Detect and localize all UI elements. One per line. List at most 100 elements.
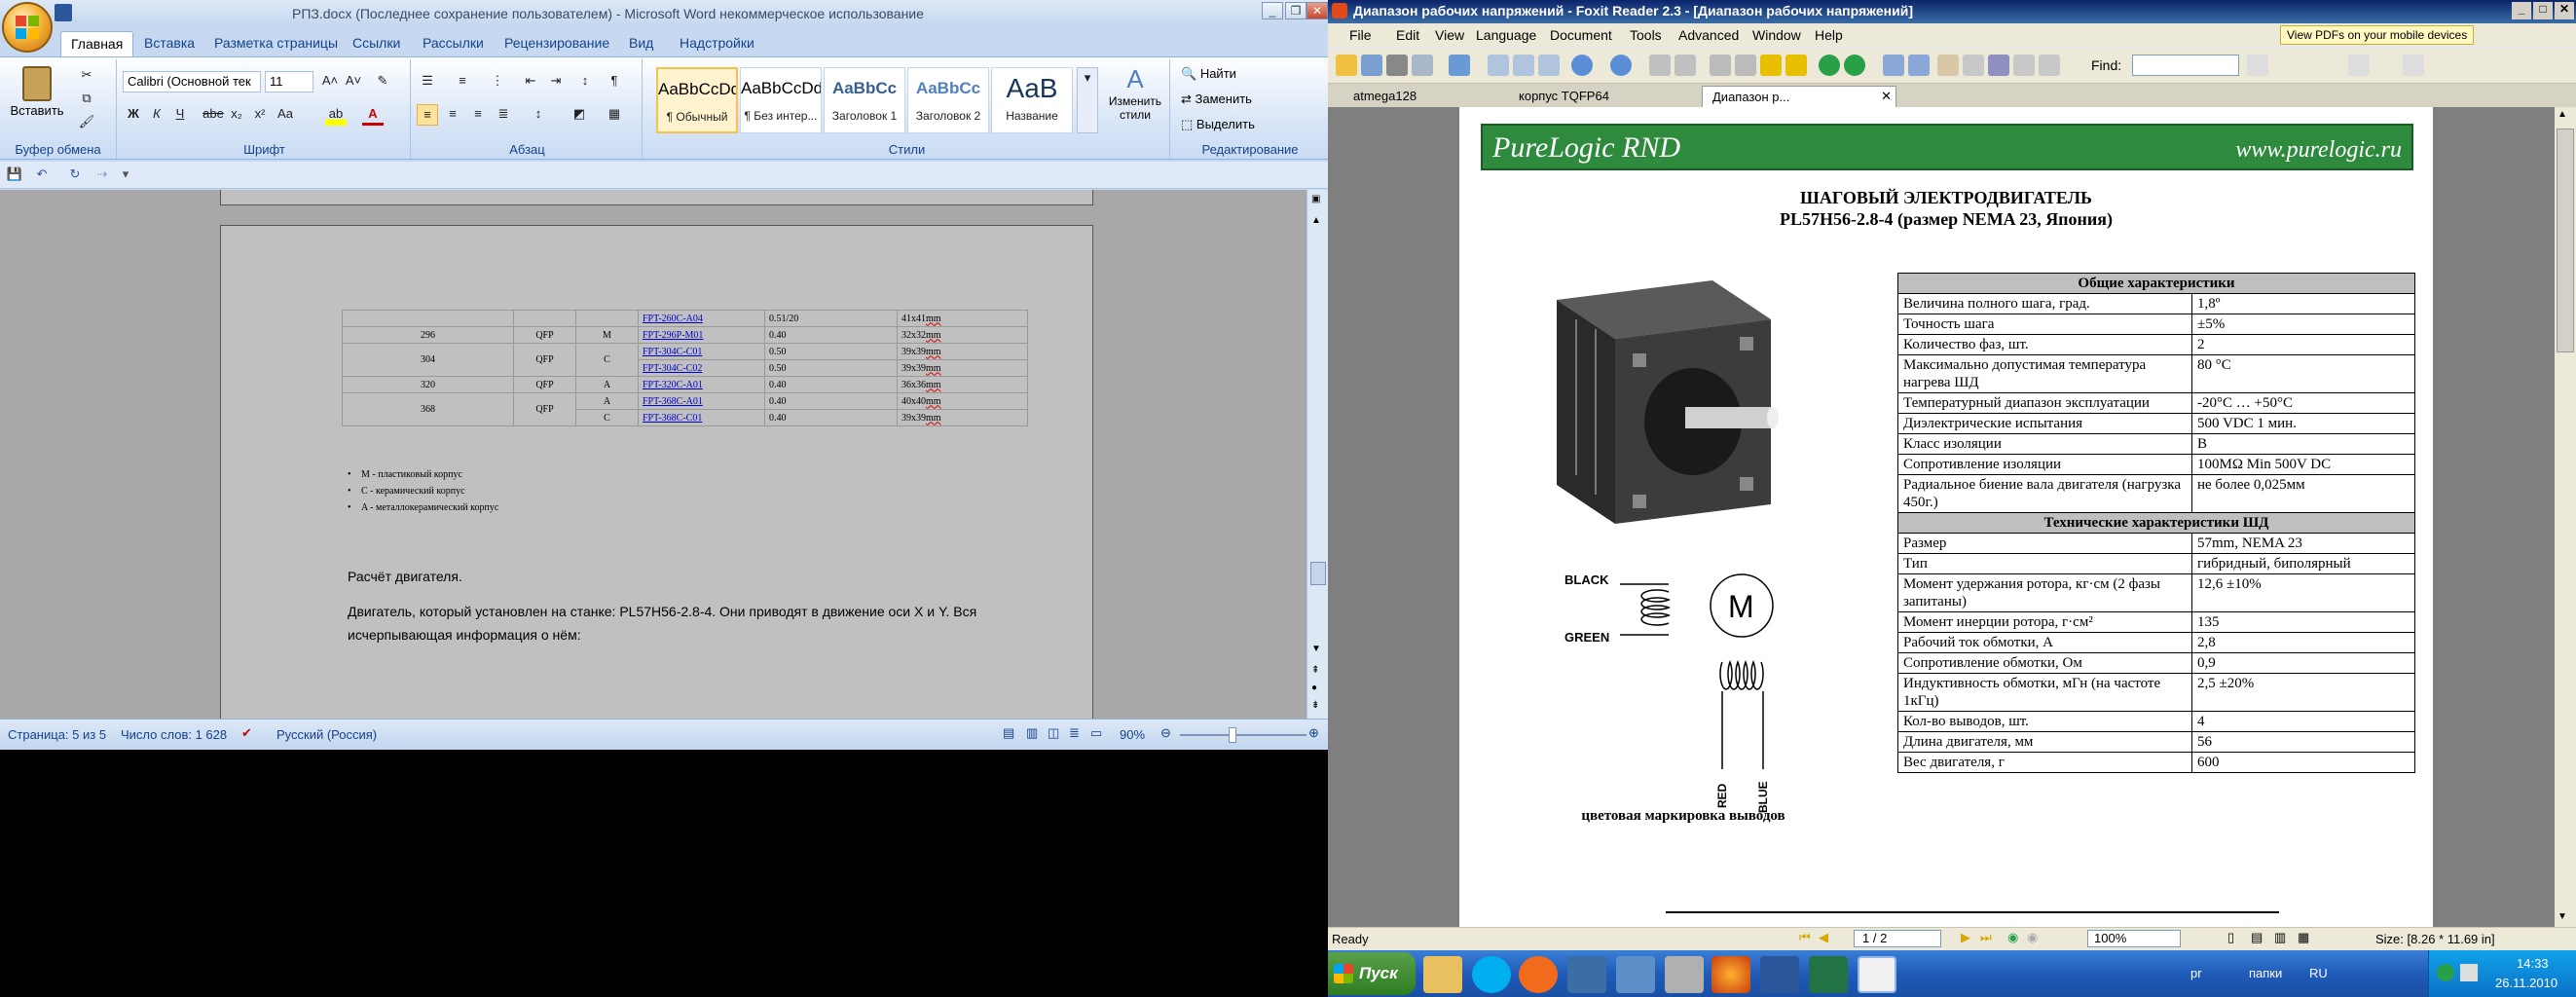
vertical-scrollbar[interactable]: ▣ ▲ ▼ ⇞ ● ⇟ [1306,190,1328,719]
word-count[interactable]: Число слов: 1 628 [121,727,227,742]
zoom-in-circle-icon[interactable] [1610,55,1632,76]
ruler-toggle-icon[interactable]: ▣ [1311,194,1325,207]
single-page-icon[interactable] [1883,55,1904,76]
first-page-icon[interactable]: ⏮ [1799,930,1811,945]
pdf-page[interactable]: PureLogic RND www.purelogic.ru ШАГОВЫЙ Э… [1459,107,2433,927]
menu-language[interactable]: Language [1476,27,1536,43]
zoom-level[interactable]: 90% [1120,727,1145,742]
part-link[interactable]: FPT-304C-C01 [643,347,702,357]
save-icon[interactable] [1361,55,1382,76]
tab-tqfp64[interactable]: корпус TQFP64 [1509,86,1619,107]
part-link[interactable]: FPT-368C-A01 [643,396,703,407]
shading-icon[interactable]: ◩ [569,104,590,126]
tab-review[interactable]: Рецензирование [495,31,619,56]
zoom-out-icon[interactable]: ⊖ [1160,725,1171,741]
show-marks-icon[interactable]: ¶ [604,71,625,92]
undo-icon[interactable]: ↶ [31,165,53,186]
decrease-indent-icon[interactable]: ⇤ [520,71,541,92]
fit-visible-icon[interactable] [1538,55,1560,76]
minimize-button[interactable]: _ [1262,2,1283,19]
facing-view-icon[interactable]: ▥ [2274,930,2286,945]
go-back-icon[interactable] [1819,55,1840,76]
network-tray-icon[interactable] [2460,964,2478,981]
styles-scroll-icon[interactable]: ▾ [1077,67,1098,133]
menu-tools[interactable]: Tools [1630,27,1662,43]
minimize-button[interactable]: _ [2512,2,2531,19]
part-link[interactable]: FPT-296P-M01 [643,330,703,341]
copy-icon[interactable]: ⧉ [76,89,97,110]
menu-document[interactable]: Document [1550,27,1612,43]
superscript-button[interactable]: x² [249,104,271,126]
excel-icon[interactable] [1809,956,1848,993]
find-button[interactable]: 🔍 Найти [1180,65,1237,83]
save-icon[interactable] [55,4,72,21]
justify-icon[interactable]: ≣ [493,104,514,126]
bold-button[interactable]: Ж [123,104,144,126]
menu-help[interactable]: Help [1815,27,1843,43]
grow-font-icon[interactable]: A˄ [319,71,341,92]
spelling-icon[interactable]: ✔ [241,725,252,741]
forward-icon[interactable]: ◉ [2027,930,2038,945]
clock-time[interactable]: 14:33 [2517,956,2549,971]
page-indicator[interactable]: Страница: 5 из 5 [8,727,106,742]
scroll-down-icon[interactable]: ▼ [1311,644,1321,654]
tab-home[interactable]: Главная [60,31,134,56]
style-title[interactable]: AaB Название [991,67,1073,133]
rotate-cw-icon[interactable] [1674,55,1696,76]
bullets-icon[interactable]: ☰ [417,71,438,92]
antivirus-icon[interactable] [2437,964,2454,981]
strikethrough-button[interactable]: abe [202,104,224,126]
continuous-facing-view-icon[interactable]: ▦ [2298,930,2309,945]
prev-page-icon[interactable]: ◀ [1819,930,1828,945]
line-spacing-icon[interactable]: ↕ [528,104,549,126]
italic-button[interactable]: К [146,104,167,126]
part-link[interactable]: FPT-368C-C01 [643,413,702,424]
multilevel-list-icon[interactable]: ⋮ [487,71,508,92]
scroll-up-icon[interactable]: ▲ [1311,215,1325,229]
taskbar-language[interactable]: RU [2309,966,2328,980]
zoom-slider-thumb[interactable] [1229,727,1236,743]
tab-addins[interactable]: Надстройки [670,31,764,56]
mobile-promo-link[interactable]: View PDFs on your mobile devices [2280,25,2475,45]
typewriter-icon[interactable] [2039,55,2060,76]
part-link[interactable]: FPT-320C-A01 [643,380,703,390]
style-heading-2[interactable]: AaBbCc Заголовок 2 [907,67,989,133]
continuous-view-icon[interactable]: ▤ [2251,930,2263,945]
find-next-icon[interactable] [2348,55,2370,76]
font-color-icon[interactable]: A [362,104,384,126]
select-button[interactable]: ⬚ Выделить [1180,116,1256,133]
style-normal[interactable]: AaBbCcDd ¶ Обычный [656,67,738,133]
snapshot-icon[interactable] [2013,55,2035,76]
browse-object-icon[interactable]: ● [1311,683,1317,693]
last-page-icon[interactable]: ⏭ [1980,930,1992,945]
style-no-spacing[interactable]: AaBbCcDd ¶ Без интер... [740,67,822,133]
print-icon[interactable] [1386,55,1408,76]
part-link[interactable]: FPT-304C-C02 [643,363,702,374]
email-icon[interactable] [1412,55,1433,76]
change-styles-button[interactable]: A Изменить стили [1104,63,1166,141]
part-link[interactable]: FPT-260C-A04 [643,314,703,324]
hand-tool-icon[interactable] [1937,55,1959,76]
redo-icon[interactable]: ↻ [64,165,86,186]
next-page-icon[interactable] [1760,55,1782,76]
tab-voltage-range[interactable]: Диапазон р... ✕ [1702,86,1896,107]
computer-icon[interactable] [1567,956,1606,993]
tab-references[interactable]: Ссылки [343,31,410,56]
repeat-icon[interactable]: ⇢ [92,165,113,186]
close-button[interactable]: ✕ [1306,2,1328,19]
zoom-out-icon[interactable] [1571,55,1593,76]
restore-button[interactable]: ❐ [1285,2,1306,19]
zoom-slider[interactable] [1180,734,1306,736]
sort-icon[interactable]: ↕ [574,71,596,92]
next-page-icon[interactable]: ▶ [1961,930,1970,945]
menu-file[interactable]: File [1349,27,1372,43]
close-button[interactable]: ✕ [2555,2,2574,19]
page-number-field[interactable]: 1 / 2 [1854,930,1941,947]
search-icon[interactable] [1665,956,1704,993]
zoom-in-icon[interactable]: ⊕ [1308,725,1319,741]
clear-format-icon[interactable]: ✎ [372,71,393,92]
clock-date[interactable]: 26.11.2010 [2495,976,2558,990]
explorer-icon[interactable] [1423,956,1462,993]
fit-width-icon[interactable] [1513,55,1534,76]
font-size-combo[interactable]: 11 [265,71,313,92]
